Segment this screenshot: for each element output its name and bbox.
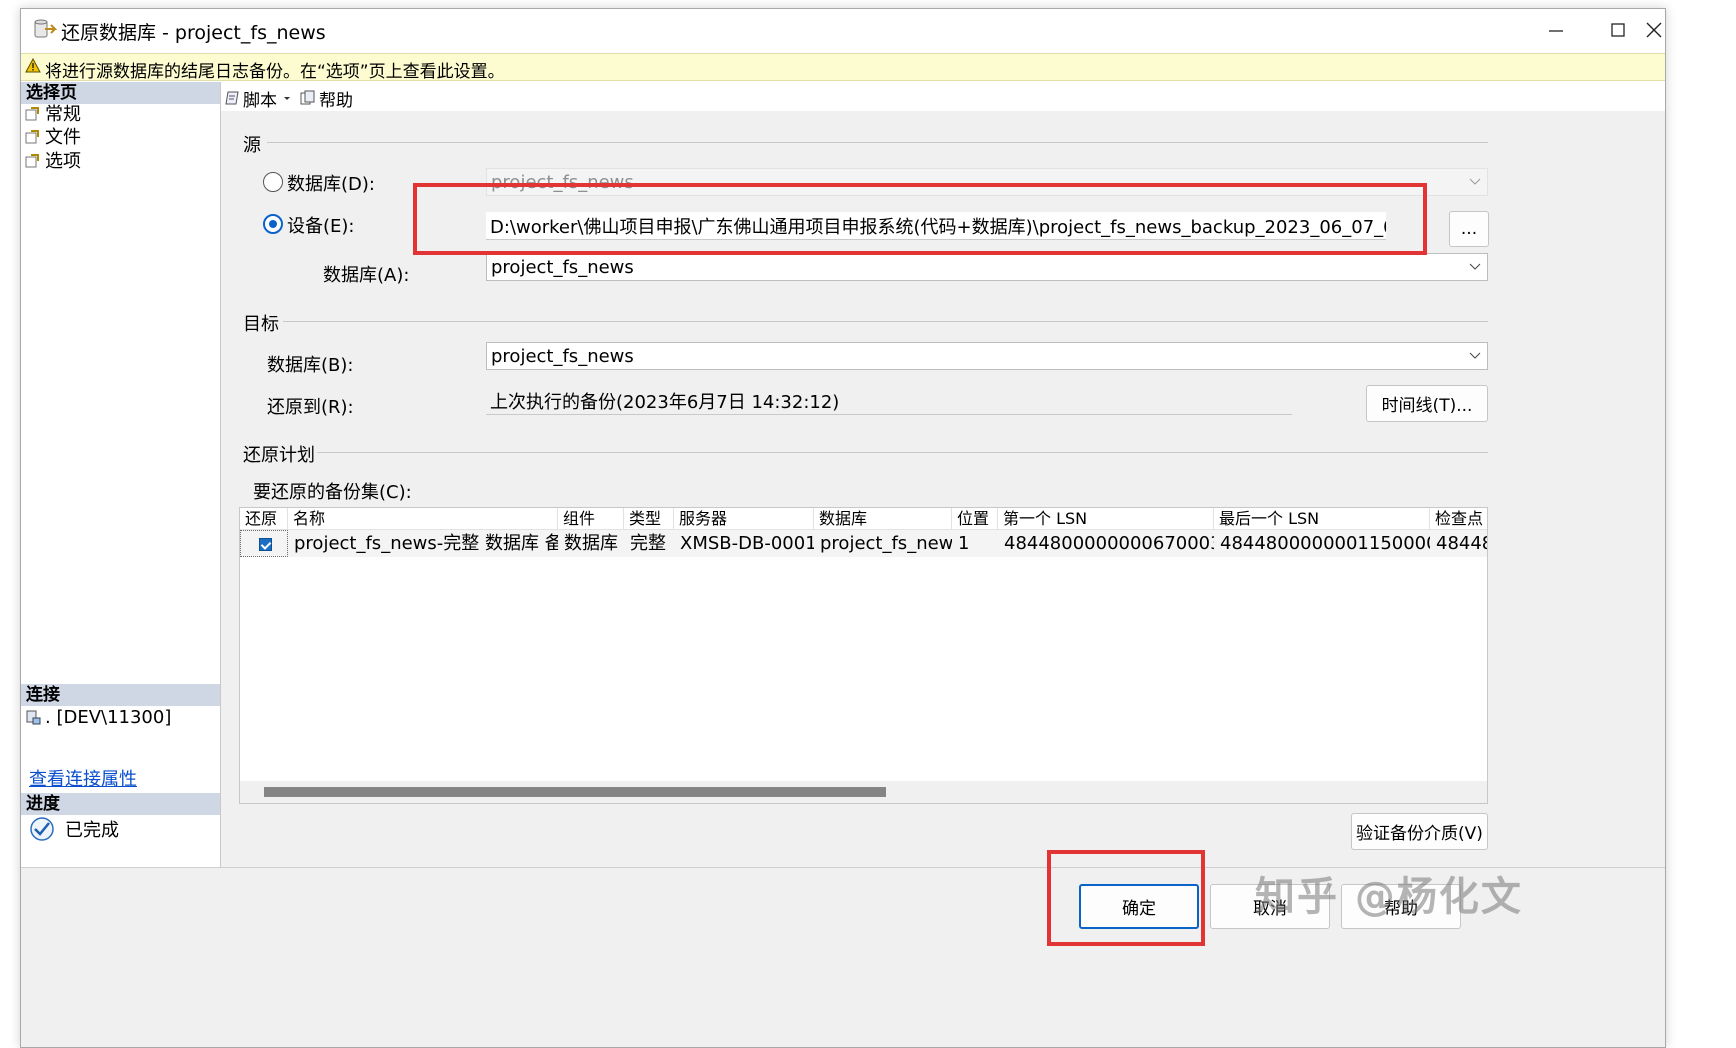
page-options[interactable]: 选项 [25, 148, 81, 172]
left-pane: 选择页 常规 文件 选项 连接 . [DEV\11300] 查看连接属性 进度 … [21, 82, 221, 968]
restore-to-value: 上次执行的备份(2023年6月7日 14:32:12) [490, 391, 840, 413]
progress-status: 已完成 [29, 817, 119, 841]
restore-checkbox-cell[interactable] [240, 530, 288, 557]
column-header[interactable]: 名称 [288, 508, 558, 530]
warning-icon [25, 58, 41, 73]
toolbar: 脚本 帮助 [225, 85, 361, 111]
column-header[interactable]: 第一个 LSN [998, 508, 1214, 530]
source-database-a-value: project_fs_news [491, 256, 634, 278]
source-section-label: 源 [243, 135, 261, 156]
progress-header: 进度 [21, 793, 220, 815]
restore-db-icon [34, 19, 57, 38]
script-label: 脚本 [243, 90, 277, 111]
last-lsn-cell: 48448000000011500001 [1220, 533, 1430, 554]
help-icon [300, 90, 315, 105]
page-icon [25, 130, 39, 144]
database-radio-label: 数据库(D): [287, 174, 375, 195]
page-icon [25, 107, 39, 121]
verify-backup-media-button[interactable]: 验证备份介质(V) [1351, 813, 1488, 850]
timeline-button[interactable]: 时间线(T)... [1366, 385, 1488, 422]
restore-checkbox[interactable] [259, 538, 272, 551]
backup-sets-grid[interactable]: 还原 名称 组件 类型 服务器 数据库 位置 第一个 LSN 最后一个 LSN … [239, 507, 1488, 804]
title-bar: 还原数据库 - project_fs_news [21, 9, 1665, 51]
column-header[interactable]: 最后一个 LSN [1214, 508, 1430, 530]
target-divider [283, 321, 1488, 322]
column-header[interactable]: 服务器 [674, 508, 814, 530]
restore-plan-section-label: 还原计划 [243, 445, 315, 466]
chevron-down-icon [1463, 254, 1487, 280]
dropdown-arrow-icon [284, 97, 290, 100]
scrollbar-thumb[interactable] [264, 787, 886, 797]
source-divider [267, 142, 1488, 143]
script-icon [225, 91, 239, 105]
minimize-button[interactable] [1521, 9, 1591, 51]
close-icon [1646, 22, 1662, 38]
progress-status-label: 已完成 [65, 820, 119, 841]
device-path-field[interactable]: D:\worker\佛山项目申报\广东佛山通用项目申报系统(代码+数据库)\pr… [486, 212, 1386, 240]
page-general[interactable]: 常规 [25, 101, 81, 125]
type-cell: 完整 [630, 533, 666, 554]
connection-server-label: . [DEV\11300] [45, 706, 172, 728]
window-title: 还原数据库 - project_fs_news [61, 22, 326, 44]
grid-header: 还原 名称 组件 类型 服务器 数据库 位置 第一个 LSN 最后一个 LSN … [240, 508, 1487, 530]
backup-name-cell: project_fs_news-完整 数据库 备份 [294, 533, 558, 554]
minimize-icon [1549, 30, 1563, 32]
help-toolbar-button[interactable]: 帮助 [300, 86, 353, 111]
restore-plan-divider [317, 452, 1488, 453]
database-b-label: 数据库(B): [267, 355, 354, 376]
column-header[interactable]: 检查点 [1430, 508, 1487, 530]
watermark: 知乎 @杨化文 [1255, 874, 1523, 920]
chevron-down-icon [1463, 169, 1487, 195]
page-files[interactable]: 文件 [25, 124, 81, 148]
server-cell: XMSB-DB-0001 [680, 533, 814, 554]
backup-sets-label: 要还原的备份集(C): [253, 482, 412, 503]
connection-header: 连接 [21, 684, 220, 706]
source-database-value: project_fs_news [491, 171, 634, 193]
device-radio-label: 设备(E): [287, 216, 355, 237]
help-toolbar-label: 帮助 [319, 90, 353, 111]
restore-to-label: 还原到(R): [267, 397, 354, 418]
page-options-label: 选项 [45, 151, 81, 172]
column-header[interactable]: 位置 [952, 508, 998, 530]
component-cell: 数据库 [564, 533, 618, 554]
general-page-content: 源 数据库(D): project_fs_news 设备(E): D:\work… [221, 111, 1665, 968]
ok-button[interactable]: 确定 [1079, 884, 1199, 929]
first-lsn-cell: 48448000000006700037 [1004, 533, 1214, 554]
restore-to-field: 上次执行的备份(2023年6月7日 14:32:12) [486, 387, 1292, 415]
script-button[interactable]: 脚本 [225, 86, 292, 111]
close-button[interactable] [1619, 9, 1665, 51]
view-connection-properties-link[interactable]: 查看连接属性 [29, 765, 137, 791]
target-section-label: 目标 [243, 314, 279, 335]
completed-check-icon [30, 817, 54, 841]
warning-bar: 将进行源数据库的结尾日志备份。在“选项”页上查看此设置。 [21, 53, 1665, 82]
database-a-label: 数据库(A): [323, 265, 410, 286]
target-database-value: project_fs_news [491, 345, 634, 367]
column-header[interactable]: 数据库 [814, 508, 952, 530]
browse-device-button[interactable]: ... [1449, 211, 1489, 247]
position-cell: 1 [958, 533, 970, 554]
horizontal-scrollbar[interactable] [240, 781, 1487, 803]
source-database-a-combo[interactable]: project_fs_news [486, 253, 1488, 281]
page-icon [25, 154, 39, 168]
table-row[interactable]: project_fs_news-完整 数据库 备份 数据库 完整 XMSB-DB… [240, 530, 1487, 557]
connection-server: . [DEV\11300] [25, 705, 171, 729]
restore-database-dialog: 还原数据库 - project_fs_news 将进行源数据库的结尾日志备份。在… [20, 8, 1666, 1048]
warning-text: 将进行源数据库的结尾日志备份。在“选项”页上查看此设置。 [45, 62, 505, 82]
database-cell: project_fs_news [820, 533, 952, 554]
page-files-label: 文件 [45, 127, 81, 148]
device-path-value: D:\worker\佛山项目申报\广东佛山通用项目申报系统(代码+数据库)\pr… [490, 216, 1386, 238]
database-radio[interactable] [263, 172, 283, 192]
chevron-down-icon [1463, 343, 1487, 369]
column-header[interactable]: 还原 [240, 508, 288, 530]
column-header[interactable]: 类型 [624, 508, 674, 530]
device-radio[interactable] [263, 214, 283, 234]
target-database-combo[interactable]: project_fs_news [486, 342, 1488, 370]
checkpoint-cell: 48448 [1436, 533, 1488, 554]
source-database-combo[interactable]: project_fs_news [486, 168, 1488, 196]
server-connection-icon [26, 710, 41, 725]
column-header[interactable]: 组件 [558, 508, 624, 530]
